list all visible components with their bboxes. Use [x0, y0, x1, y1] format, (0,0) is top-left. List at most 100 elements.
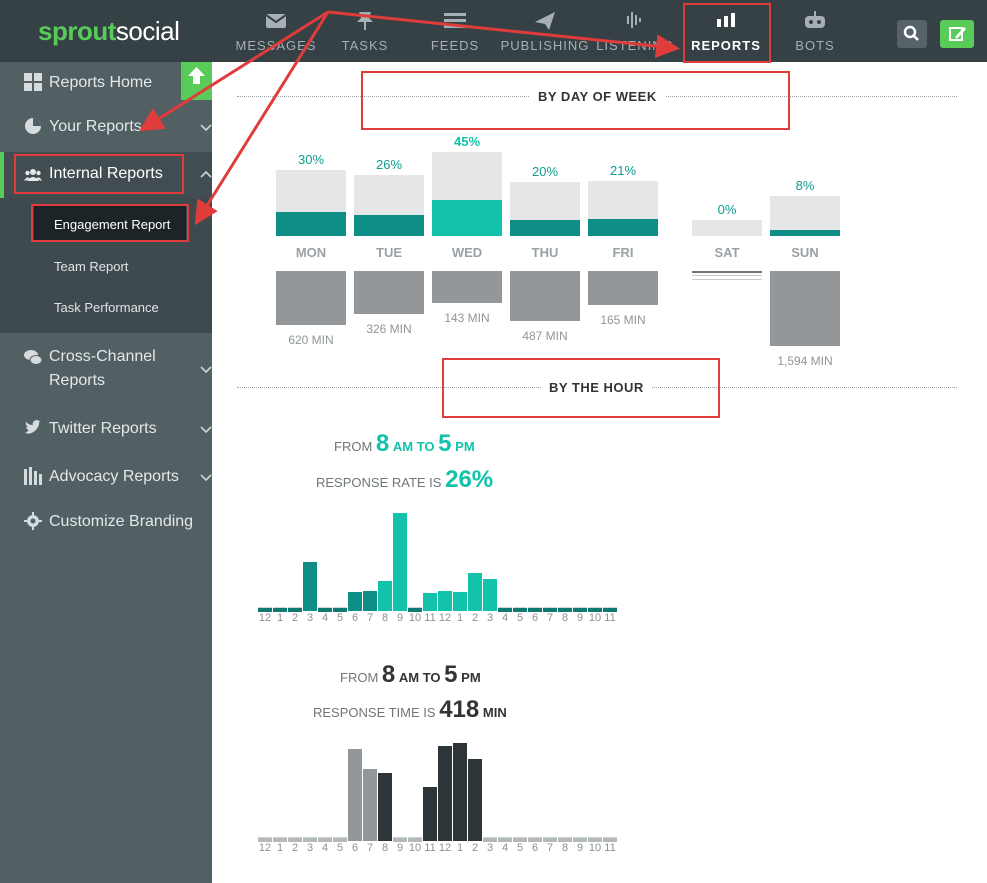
day-rate-bar[interactable]: [588, 219, 658, 236]
list-icon: [444, 13, 466, 28]
day-time-bar[interactable]: [588, 271, 658, 305]
search-button[interactable]: [897, 20, 927, 48]
hour-bar[interactable]: [468, 573, 482, 611]
sidebar-item-cross-channel-reports[interactable]: Cross-Channel Reports: [0, 346, 212, 394]
annotation-box-reports: [683, 3, 771, 63]
sidebar-item-twitter-reports[interactable]: Twitter Reports: [0, 418, 212, 442]
sidebar-item-label: Cross-Channel: [49, 348, 156, 365]
time-start-hour: 8: [381, 661, 396, 688]
compose-button[interactable]: [940, 20, 974, 48]
nav-tasks[interactable]: TASKS: [330, 0, 400, 62]
day-rate-bar[interactable]: [770, 230, 840, 236]
hour-bar[interactable]: [453, 592, 467, 611]
hour-bar[interactable]: [363, 769, 377, 841]
hour-label: 11: [604, 842, 616, 854]
rate-end-unit: PM: [455, 439, 475, 454]
sidebar-item-label: Your Reports: [49, 118, 142, 135]
day-rate-bar[interactable]: [510, 220, 580, 236]
report-content: BY DAY OF WEEK 30% MON 620 MIN 26% TUE 326 MI…: [212, 62, 987, 883]
annotation-box-internal-reports: [14, 154, 184, 194]
hour-bar[interactable]: [393, 513, 407, 611]
day-time-bar[interactable]: [276, 271, 346, 325]
subitem-task-performance[interactable]: Task Performance: [54, 300, 159, 315]
day-time-bar[interactable]: [354, 271, 424, 314]
hour-label: 3: [486, 612, 494, 624]
sidebar-item-reports-home[interactable]: Reports Home: [0, 72, 212, 96]
rate-end-hour: 5: [438, 430, 452, 457]
hour-bar[interactable]: [483, 579, 497, 611]
hour-label: 12: [438, 612, 452, 624]
sidebar-item-your-reports[interactable]: Your Reports: [0, 116, 212, 140]
day-time-bar[interactable]: [770, 271, 840, 346]
nav-messages[interactable]: MESSAGES: [234, 0, 318, 62]
hour-bar[interactable]: [438, 591, 452, 611]
nav-publishing[interactable]: PUBLISHING: [499, 0, 591, 62]
day-time-bar[interactable]: [510, 271, 580, 321]
hour-label: 7: [366, 612, 374, 624]
hour-label: 1: [456, 842, 464, 854]
day-time-stub: [692, 275, 762, 276]
hour-label: 6: [531, 612, 539, 624]
hour-label: 8: [561, 612, 569, 624]
hour-label: 4: [501, 612, 509, 624]
nav-listening[interactable]: LISTENING: [594, 0, 676, 62]
hour-bar[interactable]: [453, 743, 467, 841]
nav-bots[interactable]: BOTS: [784, 0, 846, 62]
compose-icon: [949, 27, 966, 41]
chevron-up-icon: [200, 170, 212, 178]
chevron-down-icon: [200, 124, 212, 132]
day-rate-label: 8%: [795, 178, 815, 193]
grid-icon: [24, 73, 42, 91]
sprout-social-logo[interactable]: sproutsocial: [38, 16, 180, 47]
hour-label: 11: [424, 612, 436, 624]
rate-start-hour: 8: [375, 430, 390, 457]
day-label: TUE: [376, 245, 402, 260]
day-rate-bar[interactable]: [276, 212, 346, 236]
hour-bar[interactable]: [423, 787, 437, 841]
hour-bar[interactable]: [363, 591, 377, 611]
hour-label: 11: [604, 612, 616, 624]
day-rate-label: 45%: [453, 134, 481, 149]
hour-label: 5: [516, 842, 524, 854]
pin-icon: [357, 12, 373, 30]
hour-label: 11: [424, 842, 436, 854]
day-rate-bar[interactable]: [354, 215, 424, 236]
response-time-unit: MIN: [482, 705, 507, 720]
hour-label: 10: [408, 842, 422, 854]
time-end-unit: PM: [461, 670, 481, 685]
day-label: THU: [531, 245, 559, 260]
hour-label: 10: [588, 612, 602, 624]
hour-bar[interactable]: [423, 593, 437, 611]
day-rate-bar[interactable]: [432, 200, 502, 236]
hour-bar[interactable]: [348, 749, 362, 841]
sidebar-item-label: Advocacy Reports: [49, 468, 179, 485]
subitem-team-report[interactable]: Team Report: [54, 259, 128, 274]
response-rate-label: RESPONSE RATE IS: [316, 475, 442, 490]
hour-label: 2: [471, 842, 479, 854]
day-time-bar[interactable]: [432, 271, 502, 303]
robot-icon: [805, 11, 825, 28]
hour-bar[interactable]: [378, 581, 392, 611]
hour-bar[interactable]: [468, 759, 482, 841]
hour-label: 6: [351, 612, 359, 624]
day-rate-label: 20%: [531, 164, 559, 179]
sidebar-item-customize-branding[interactable]: Customize Branding: [0, 511, 212, 535]
hour-label: 1: [276, 842, 284, 854]
advocacy-icon: [24, 467, 42, 485]
hour-label: 3: [306, 842, 314, 854]
hour-label: 5: [336, 842, 344, 854]
hour-label: 4: [501, 842, 509, 854]
hour-bar[interactable]: [348, 592, 362, 611]
sidebar-item-advocacy-reports[interactable]: Advocacy Reports: [0, 466, 212, 490]
logo-part-2: social: [115, 16, 180, 46]
annotation-box-day-of-week: [361, 71, 790, 130]
hour-bar[interactable]: [438, 746, 452, 841]
hour-label: 10: [588, 842, 602, 854]
hour-label: 9: [396, 842, 404, 854]
chevron-down-icon: [200, 474, 212, 482]
hour-bar[interactable]: [303, 562, 317, 611]
hour-label: 6: [351, 842, 359, 854]
hour-bar[interactable]: [378, 773, 392, 841]
hour-label: 3: [306, 612, 314, 624]
nav-feeds[interactable]: FEEDS: [422, 0, 488, 62]
